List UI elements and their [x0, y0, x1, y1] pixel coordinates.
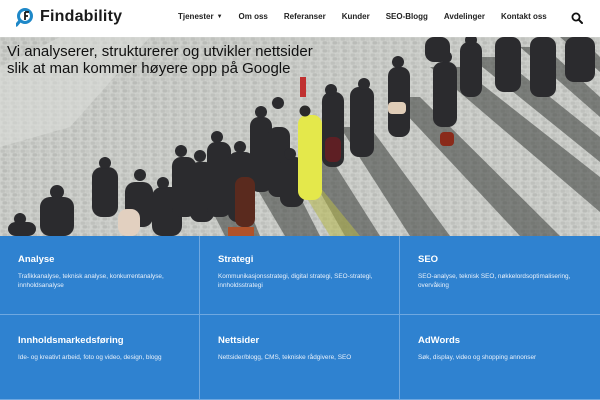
- service-tile-analyse[interactable]: Analyse Trafikkanalyse, teknisk analyse,…: [0, 236, 200, 315]
- service-tile-adwords[interactable]: AdWords Søk, display, video og shopping …: [400, 315, 600, 400]
- service-description: SEO-analyse, teknisk SEO, nøkkelordsopti…: [418, 273, 571, 289]
- logo[interactable]: Findability: [14, 7, 123, 27]
- service-tile-nettsider[interactable]: Nettsider Nettsider/blogg, CMS, tekniske…: [200, 315, 400, 400]
- nav-item-referanser[interactable]: Referanser: [284, 12, 326, 21]
- nav-item-seo-blogg[interactable]: SEO-Blogg: [386, 12, 428, 21]
- hero-headline: Vi analyserer, strukturerer og utvikler …: [7, 43, 313, 77]
- service-description: Nettsider/blogg, CMS, tekniske rådgivere…: [218, 354, 352, 361]
- nav-item-kunder[interactable]: Kunder: [342, 12, 370, 21]
- service-title: SEO: [418, 254, 439, 265]
- nav-item-label: Kontakt oss: [500, 12, 547, 21]
- hero-banner: Vi analyserer, strukturerer og utvikler …: [0, 37, 600, 236]
- service-tile-innholdsmarkedsforing[interactable]: Innholdsmarkedsføring Ide- og kreativt a…: [0, 315, 200, 400]
- service-description: Kommunikasjonsstrategi, digital strategi…: [218, 273, 373, 289]
- nav-item-label: Om oss: [238, 12, 268, 21]
- logo-text: Findability: [40, 8, 123, 25]
- service-title: AdWords: [418, 335, 461, 346]
- service-tile-seo[interactable]: SEO SEO-analyse, teknisk SEO, nøkkelords…: [400, 236, 600, 315]
- nav-item-label: Avdelinger: [443, 12, 485, 21]
- service-description: Søk, display, video og shopping annonser: [418, 354, 537, 361]
- nav-item-om-oss[interactable]: Om oss: [239, 12, 268, 21]
- nav-item-label: Kunder: [341, 12, 370, 21]
- service-title: Innholdsmarkedsføring: [18, 335, 124, 346]
- nav-item-kontakt-oss[interactable]: Kontakt oss: [501, 12, 547, 21]
- site-header: Findability Tjenester ▼ Om oss Referanse…: [0, 0, 600, 37]
- nav-item-label: Referanser: [283, 12, 326, 21]
- chevron-down-icon: ▼: [216, 13, 223, 20]
- nav-item-label: SEO-Blogg: [385, 12, 428, 21]
- nav-item-label: Tjenester: [178, 12, 214, 21]
- services-grid: Analyse Trafikkanalyse, teknisk analyse,…: [0, 236, 600, 400]
- service-description: Ide- og kreativt arbeid, foto og video, …: [18, 354, 162, 361]
- nav-item-tjenester[interactable]: Tjenester ▼: [178, 12, 223, 21]
- service-title: Nettsider: [218, 335, 260, 346]
- service-tile-strategi[interactable]: Strategi Kommunikasjonsstrategi, digital…: [200, 236, 400, 315]
- service-title: Analyse: [18, 254, 55, 265]
- nav-item-avdelinger[interactable]: Avdelinger: [444, 12, 485, 21]
- service-description: Trafikkanalyse, teknisk analyse, konkurr…: [18, 273, 164, 289]
- search-icon[interactable]: [571, 11, 583, 24]
- service-title: Strategi: [218, 254, 254, 265]
- main-nav: Tjenester ▼ Om oss Referanser Kunder SEO…: [178, 12, 563, 21]
- magnifier-logo-icon: [14, 7, 38, 27]
